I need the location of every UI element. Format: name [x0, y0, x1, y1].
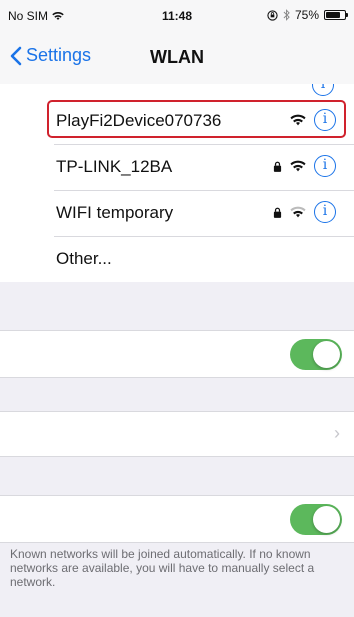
page-title: WLAN: [150, 47, 204, 67]
network-icons: i: [273, 201, 336, 223]
status-right: 75%: [267, 8, 348, 22]
battery-level-fill: [326, 12, 340, 18]
settings-toggle-row: [0, 330, 354, 378]
settings-toggle-row: [0, 495, 354, 543]
scrolled-network-row: i: [0, 84, 354, 98]
network-row-wifi-temporary[interactable]: WIFI temporary i: [0, 190, 354, 236]
info-icon[interactable]: i: [314, 155, 336, 177]
navigation-bar: Settings WLAN: [0, 34, 354, 85]
wifi-signal-icon: [290, 114, 306, 126]
info-icon[interactable]: i: [314, 201, 336, 223]
network-name: PlayFi2Device070736: [56, 111, 222, 130]
info-icon[interactable]: i: [314, 109, 336, 131]
settings-disclosure-row[interactable]: ›: [0, 411, 354, 457]
other-network-label: Other...: [56, 249, 112, 268]
wifi-signal-icon: [290, 160, 306, 172]
network-row-playfi[interactable]: PlayFi2Device070736 i: [0, 98, 354, 144]
bluetooth-icon: [283, 9, 290, 21]
footer-note: Known networks will be joined automatica…: [10, 547, 315, 589]
wlan-settings-screen: No SIM 11:48 75% Settings WLAN i PlayFi2…: [0, 0, 354, 617]
lock-icon: [273, 207, 282, 218]
info-icon[interactable]: i: [312, 84, 334, 96]
network-name: TP-LINK_12BA: [56, 157, 173, 176]
network-icons: i: [273, 155, 336, 177]
network-list: PlayFi2Device070736 i TP-LINK_12BA i WIF…: [0, 98, 354, 282]
wifi-signal-weak-icon: [290, 206, 306, 218]
lock-icon: [273, 161, 282, 172]
toggle-knob: [313, 341, 340, 368]
orientation-lock-icon: [267, 9, 278, 21]
chevron-right-icon: ›: [334, 423, 340, 443]
toggle-switch[interactable]: [290, 339, 342, 370]
toggle-switch[interactable]: [290, 504, 342, 535]
network-name: WIFI temporary: [56, 203, 174, 222]
battery-icon: [324, 10, 348, 20]
battery-percent: 75%: [294, 8, 319, 22]
network-row-other[interactable]: Other...: [0, 236, 354, 282]
network-row-tplink[interactable]: TP-LINK_12BA i: [0, 144, 354, 190]
status-bar: No SIM 11:48 75%: [0, 0, 354, 34]
toggle-knob: [313, 506, 340, 533]
network-icons: i: [290, 109, 336, 131]
